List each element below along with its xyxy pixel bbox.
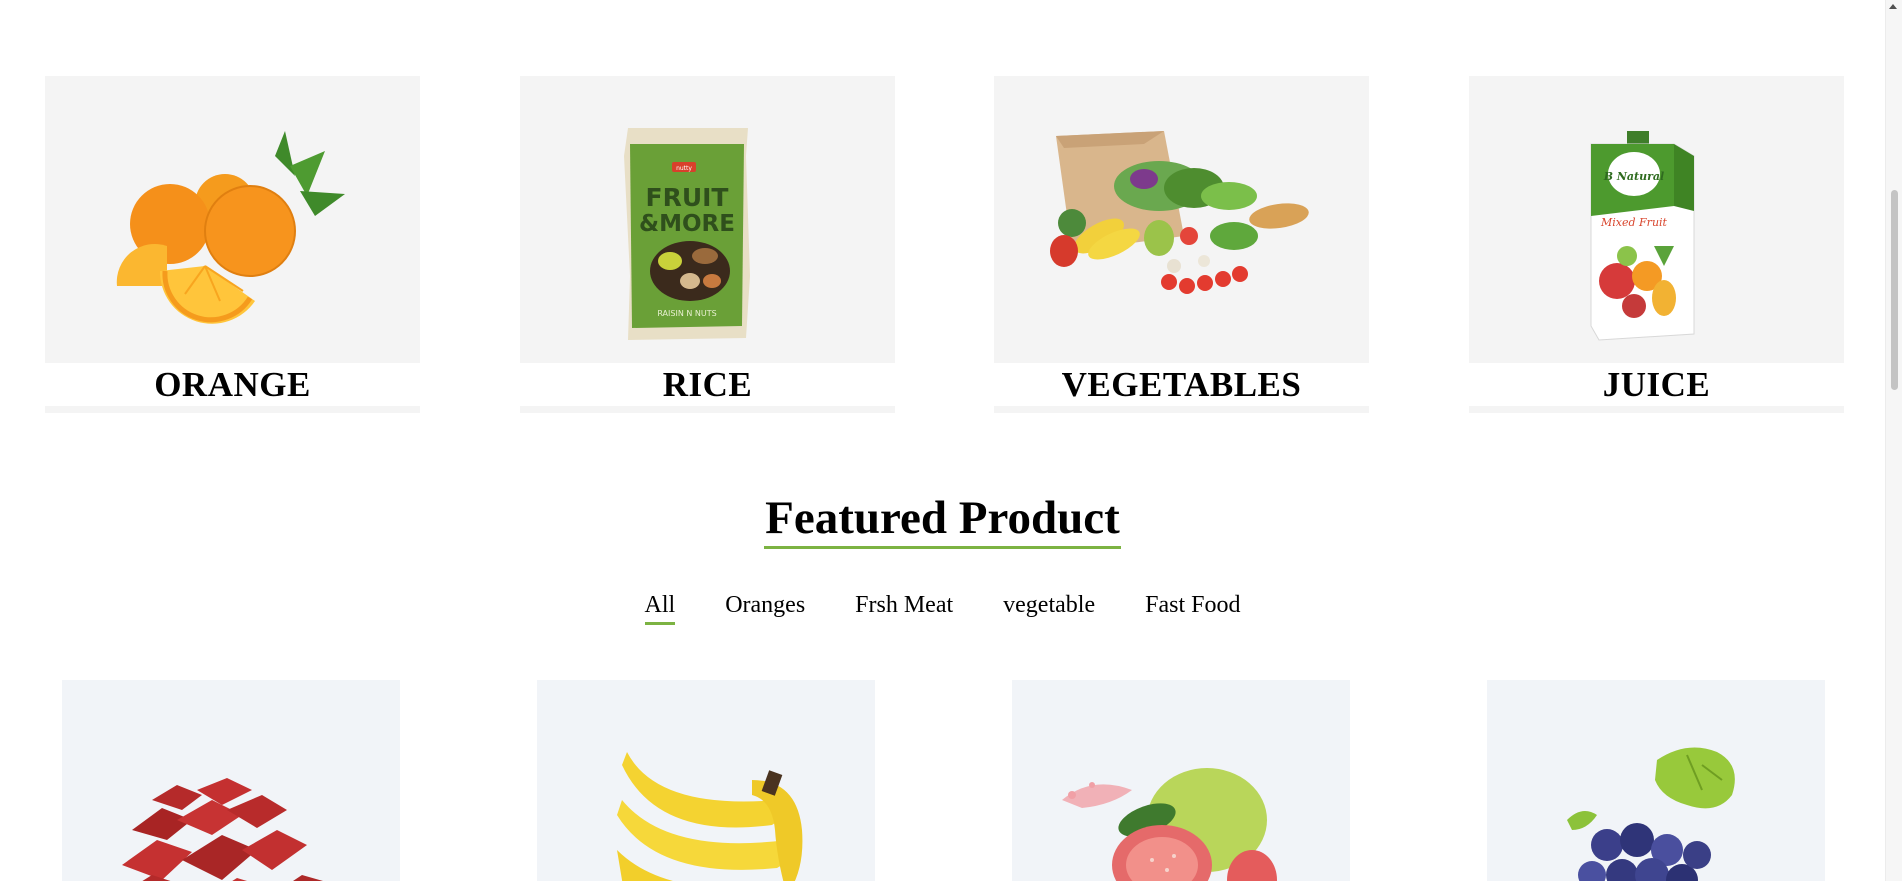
filter-tab-fresh-meat[interactable]: Frsh Meat — [855, 588, 953, 625]
pack-title-line-2: &MORE — [639, 211, 735, 237]
juice-carton-image[interactable]: B Natural Mixed Fruit — [1469, 76, 1844, 363]
category-label[interactable]: ORANGE — [45, 363, 420, 406]
meat-cubes-image — [122, 778, 323, 881]
guava-image — [1062, 768, 1277, 881]
grapes-image — [1567, 747, 1735, 881]
orange-image[interactable] — [45, 76, 420, 363]
filter-tab-all[interactable]: All — [644, 588, 676, 625]
juice-flavor: Mixed Fruit — [1600, 216, 1668, 229]
featured-section-heading: Featured Product — [0, 490, 1885, 549]
product-card-banana[interactable] — [537, 680, 875, 881]
bananas-image — [617, 752, 803, 881]
category-card-vegetables[interactable]: VEGETABLES — [994, 76, 1369, 413]
scroll-up-arrow-icon[interactable] — [1889, 4, 1897, 9]
filter-tab-oranges[interactable]: Oranges — [725, 588, 805, 625]
fruit-and-more-pack-image[interactable]: nutty FRUIT &MORE RAISIN N NUTS — [520, 76, 895, 363]
category-card-juice[interactable]: B Natural Mixed Fruit JUICE — [1469, 76, 1844, 413]
pack-title-line-1: FRUIT — [646, 183, 729, 212]
product-card-grapes[interactable] — [1487, 680, 1825, 881]
scrollbar-thumb[interactable] — [1891, 190, 1898, 390]
category-card-rice[interactable]: nutty FRUIT &MORE RAISIN N NUTS RICE — [520, 76, 895, 413]
product-card-meat[interactable] — [62, 680, 400, 881]
juice-brand: B Natural — [1603, 170, 1665, 183]
category-card-orange[interactable]: ORANGE — [45, 76, 420, 413]
filter-tab-vegetable[interactable]: vegetable — [1003, 588, 1095, 625]
pack-subtitle: RAISIN N NUTS — [657, 309, 716, 318]
pack-brand: nutty — [676, 165, 692, 172]
page-scrollbar[interactable] — [1885, 0, 1902, 881]
product-filter-tabs: All Oranges Frsh Meat vegetable Fast Foo… — [0, 588, 1885, 625]
product-card-guava[interactable] — [1012, 680, 1350, 881]
category-label[interactable]: JUICE — [1469, 363, 1844, 406]
grocery-bag-image[interactable] — [994, 76, 1369, 363]
filter-tab-fast-food[interactable]: Fast Food — [1145, 588, 1240, 625]
category-label[interactable]: RICE — [520, 363, 895, 406]
category-label[interactable]: VEGETABLES — [994, 363, 1369, 406]
featured-title: Featured Product — [764, 490, 1121, 549]
